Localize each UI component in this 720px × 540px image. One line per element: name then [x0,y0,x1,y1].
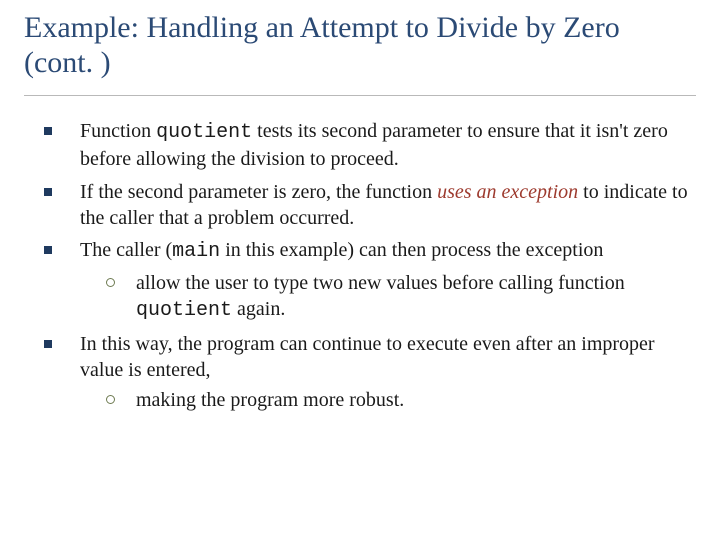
bullet-text: If the second parameter is zero, the fun… [80,181,437,203]
bullet-item: The caller (main in this example) can th… [42,237,692,324]
sub-item: allow the user to type two new values be… [106,270,692,325]
sub-item: making the program more robust. [106,387,692,413]
sub-text: making the program more robust. [136,389,404,411]
emphasis-uses-exception: uses an exception [437,181,578,203]
bullet-text: In this way, the program can continue to… [80,333,655,381]
bullet-item: Function quotient tests its second param… [42,118,692,173]
bullet-list: Function quotient tests its second param… [24,118,696,414]
code-main: main [172,240,220,263]
code-quotient: quotient [136,299,232,322]
sub-list: allow the user to type two new values be… [80,270,692,325]
code-quotient: quotient [156,121,252,144]
bullet-text: in this example) can then process the ex… [220,239,603,261]
sub-text: again. [232,298,285,320]
bullet-text: The caller ( [80,239,172,261]
slide-title: Example: Handling an Attempt to Divide b… [24,10,696,96]
bullet-item: If the second parameter is zero, the fun… [42,179,692,232]
sub-text: allow the user to type two new values be… [136,272,625,294]
bullet-text: Function [80,120,156,142]
bullet-item: In this way, the program can continue to… [42,331,692,414]
sub-list: making the program more robust. [80,387,692,413]
slide: Example: Handling an Attempt to Divide b… [0,0,720,540]
